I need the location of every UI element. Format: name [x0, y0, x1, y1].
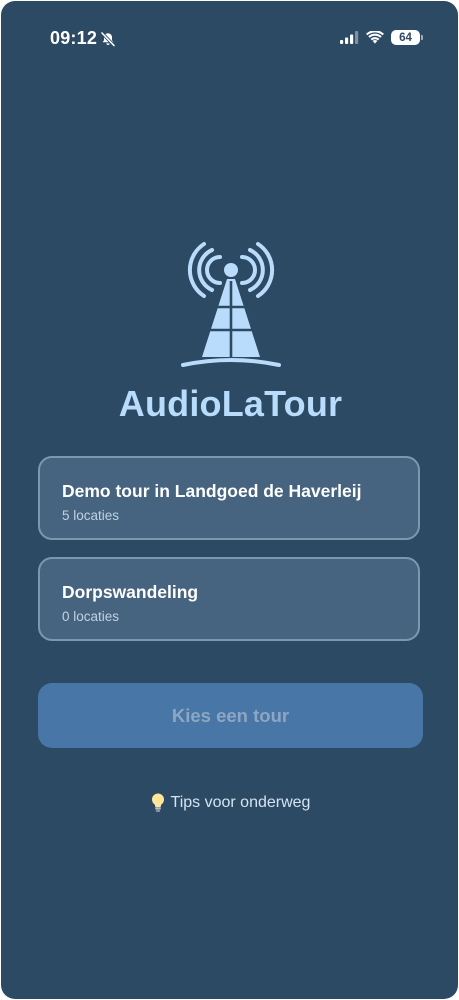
status-icons: 64 [340, 30, 423, 45]
wifi-icon [366, 31, 384, 44]
tour-name: Dorpswandeling [62, 582, 199, 602]
tour-card-dorpswandeling[interactable]: Dorpswandeling 0 locaties [38, 557, 420, 641]
status-bar: 09:12 64 [1, 1, 458, 61]
bell-slash-icon [100, 30, 116, 47]
tour-name: Demo tour in Landgoed de Haverleij [62, 481, 362, 501]
tour-location-count: 0 locaties [62, 609, 120, 624]
status-time: 09:12 [50, 28, 98, 48]
status-time-group: 09:12 [50, 28, 116, 49]
battery-level: 64 [399, 31, 412, 44]
choose-tour-button[interactable]: Kies een tour [38, 683, 423, 748]
lightbulb-icon [151, 793, 164, 812]
battery-icon: 64 [391, 30, 423, 45]
tips-label: Tips voor onderweg [170, 794, 311, 811]
tour-location-count: 5 locaties [62, 508, 120, 523]
tips-link[interactable]: Tips voor onderweg [1, 793, 458, 813]
app-screen: 09:12 64 AudioLaTour Demo tour in Landgo… [1, 1, 458, 999]
app-title: AudioLaTour [118, 383, 343, 424]
radio-tower-icon [181, 242, 281, 367]
tour-card-demo[interactable]: Demo tour in Landgoed de Haverleij 5 loc… [38, 456, 420, 540]
signal-icon [340, 31, 359, 44]
